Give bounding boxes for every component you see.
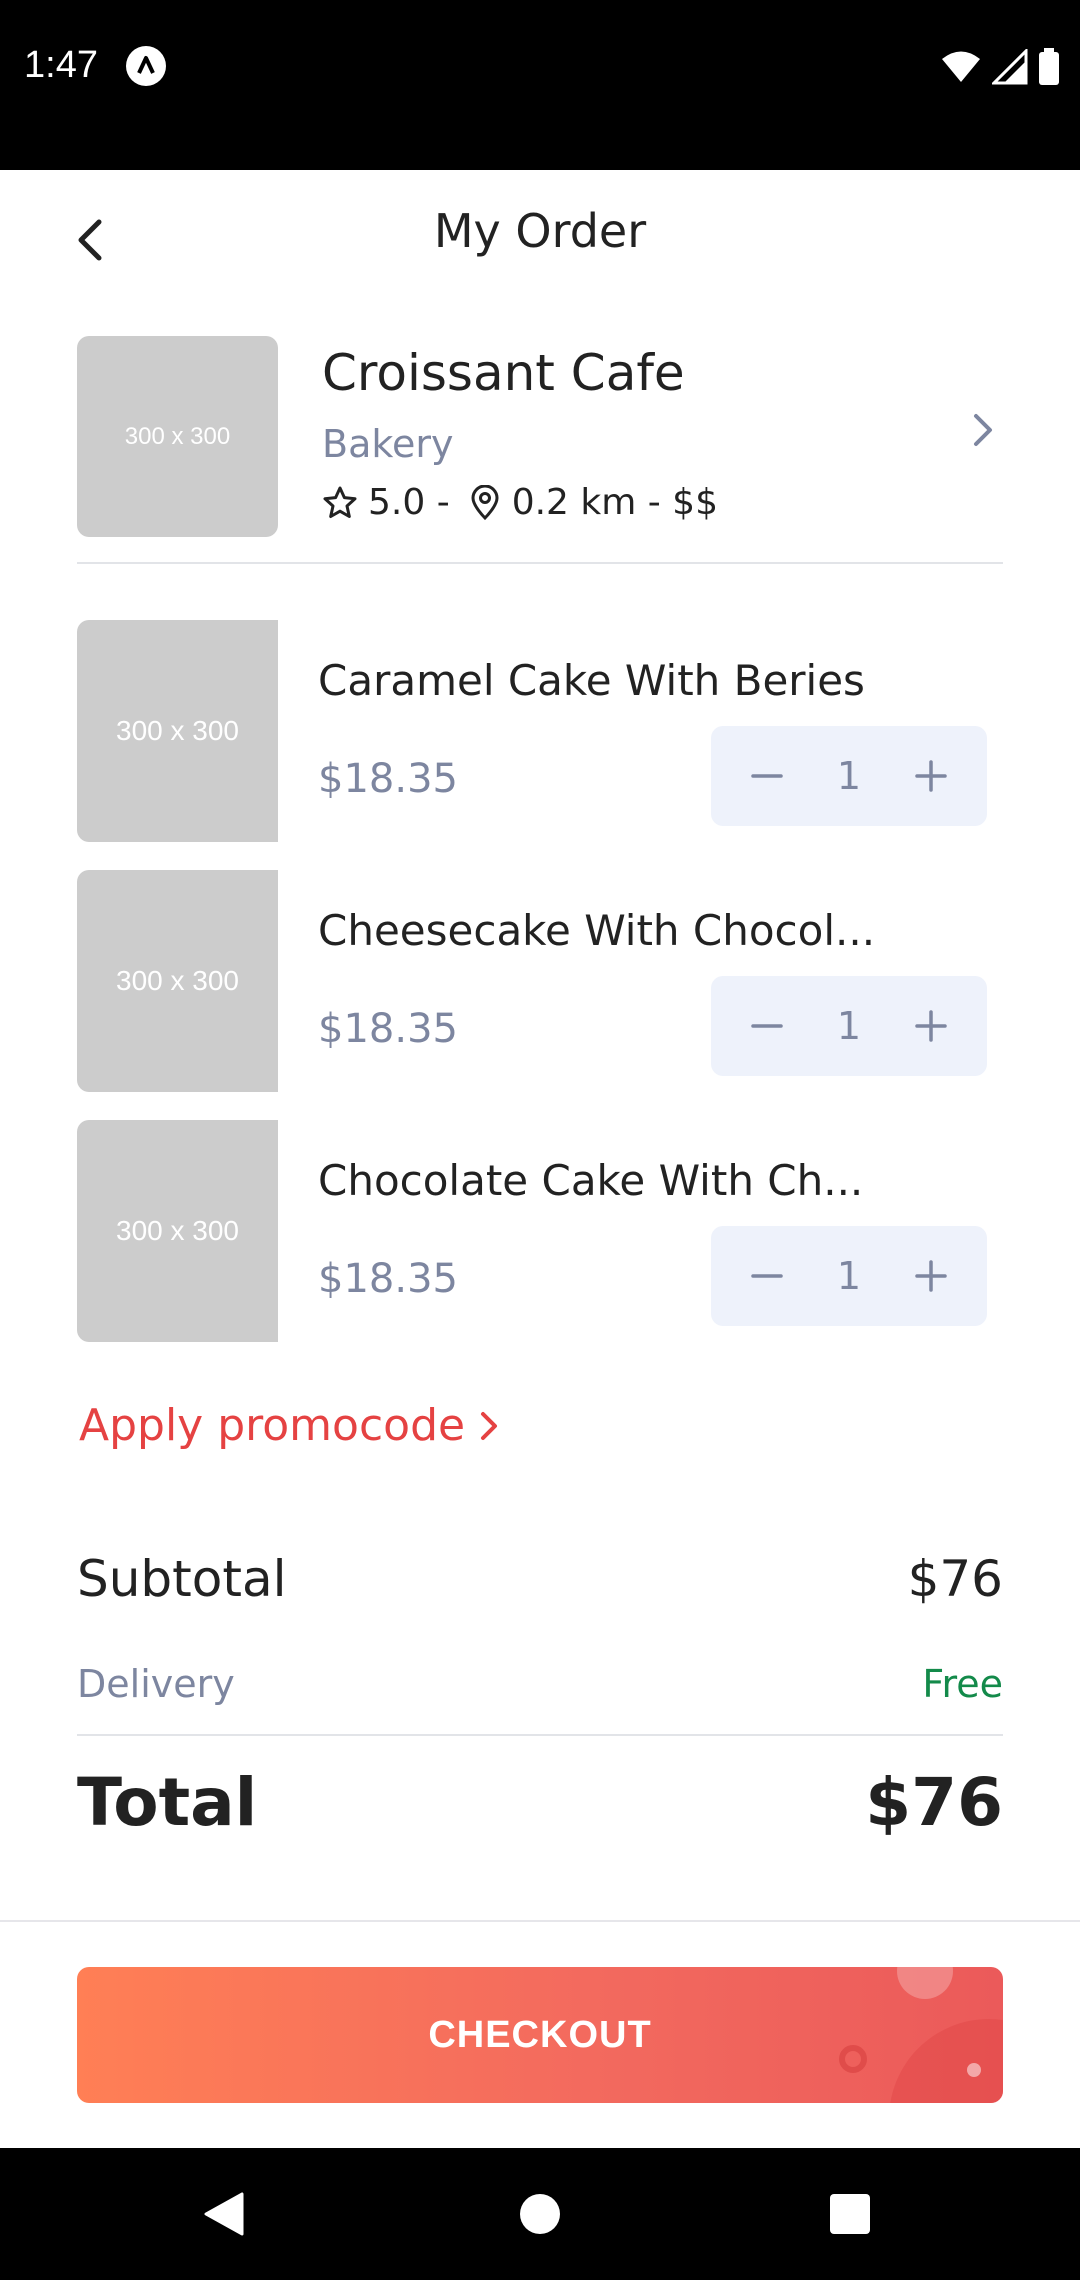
- item-price: $18.35: [318, 1006, 458, 1052]
- plus-icon: [915, 1010, 947, 1042]
- decorative-circle: [967, 2063, 981, 2077]
- quantity-stepper: 1: [711, 726, 987, 826]
- item-price: $18.35: [318, 1256, 458, 1302]
- restaurant-distance: 0.2 km - $$: [511, 482, 718, 523]
- apply-promocode-link[interactable]: Apply promocode: [79, 1400, 499, 1451]
- item-name: Cheesecake With Chocol...: [318, 906, 876, 955]
- thumbnail-placeholder-label: 300 x 300: [116, 1215, 239, 1246]
- divider: [77, 562, 1003, 564]
- chevron-right-icon: [963, 410, 1003, 450]
- checkout-label: CHECKOUT: [428, 2013, 652, 2056]
- order-item: 300 x 300 Chocolate Cake With Ch... $18.…: [77, 1120, 1003, 1342]
- total-label: Total: [77, 1764, 258, 1841]
- quantity-stepper: 1: [711, 1226, 987, 1326]
- increase-quantity-button[interactable]: [911, 1256, 951, 1296]
- total-row: Total $76: [77, 1764, 1003, 1841]
- item-name: Caramel Cake With Beries: [318, 656, 865, 705]
- subtotal-label: Subtotal: [77, 1550, 287, 1608]
- quantity-stepper: 1: [711, 976, 987, 1076]
- header: My Order: [0, 170, 1080, 300]
- checkout-button[interactable]: CHECKOUT: [77, 1967, 1003, 2103]
- plus-icon: [915, 1260, 947, 1292]
- nav-recents-button[interactable]: [818, 2182, 882, 2246]
- decorative-circle: [889, 2019, 1003, 2103]
- phone-frame: 1:47 My Order 300 x 300 Croissant Cafe B…: [0, 0, 1080, 2280]
- item-price: $18.35: [318, 756, 458, 802]
- promocode-label: Apply promocode: [79, 1400, 466, 1451]
- quantity-value: 1: [836, 1004, 862, 1048]
- subtotal-value: $76: [907, 1550, 1003, 1608]
- thumbnail-placeholder-label: 300 x 300: [116, 715, 239, 746]
- chevron-right-icon: [481, 1411, 498, 1440]
- nav-back-button[interactable]: [192, 2182, 256, 2246]
- wifi-icon: [942, 51, 980, 82]
- item-thumbnail: 300 x 300: [77, 1120, 278, 1342]
- minus-icon: [751, 774, 783, 778]
- minus-icon: [751, 1024, 783, 1028]
- increase-quantity-button[interactable]: [911, 756, 951, 796]
- item-thumbnail: 300 x 300: [77, 870, 278, 1092]
- delivery-value: Free: [922, 1662, 1003, 1706]
- status-icons: [940, 48, 1060, 86]
- signal-icon: [992, 49, 1028, 85]
- item-thumbnail: 300 x 300: [77, 620, 278, 842]
- square-recents-icon: [830, 2194, 870, 2234]
- plus-icon: [915, 760, 947, 792]
- order-screen: My Order 300 x 300 Croissant Cafe Bakery…: [0, 170, 1080, 2148]
- restaurant-name: Croissant Cafe: [322, 344, 685, 402]
- total-value: $76: [865, 1764, 1003, 1841]
- status-time: 1:47: [24, 44, 98, 86]
- battery-icon: [1039, 48, 1059, 85]
- divider: [77, 1734, 1003, 1736]
- circle-home-icon: [520, 2194, 560, 2234]
- thumbnail-placeholder-label: 300 x 300: [116, 965, 239, 996]
- nav-home-button[interactable]: [508, 2182, 572, 2246]
- location-pin-icon: [471, 484, 499, 520]
- decrease-quantity-button[interactable]: [747, 1006, 787, 1046]
- quantity-value: 1: [836, 754, 862, 798]
- delivery-label: Delivery: [77, 1662, 235, 1706]
- decrease-quantity-button[interactable]: [747, 1256, 787, 1296]
- order-item: 300 x 300 Caramel Cake With Beries $18.3…: [77, 620, 1003, 842]
- restaurant-category: Bakery: [322, 422, 454, 466]
- triangle-back-icon: [204, 2192, 244, 2236]
- star-icon: [323, 486, 357, 518]
- navigation-bar: [0, 2148, 1080, 2280]
- restaurant-meta: 5.0 - 0.2 km - $$: [322, 482, 718, 523]
- restaurant-card[interactable]: 300 x 300 Croissant Cafe Bakery 5.0 - 0.…: [77, 336, 1003, 556]
- thumbnail-placeholder-label: 300 x 300: [124, 422, 231, 450]
- decrease-quantity-button[interactable]: [747, 756, 787, 796]
- decorative-circle: [839, 2045, 867, 2073]
- order-item: 300 x 300 Cheesecake With Chocol... $18.…: [77, 870, 1003, 1092]
- minus-icon: [751, 1274, 783, 1278]
- restaurant-rating: 5.0 -: [368, 482, 450, 523]
- decorative-circle: [897, 1967, 953, 1999]
- increase-quantity-button[interactable]: [911, 1006, 951, 1046]
- quantity-value: 1: [836, 1254, 862, 1298]
- restaurant-thumbnail: 300 x 300: [77, 336, 278, 537]
- item-name: Chocolate Cake With Ch...: [318, 1156, 864, 1205]
- subtotal-row: Subtotal $76: [77, 1550, 1003, 1608]
- status-bar: 1:47: [0, 0, 1080, 170]
- divider: [0, 1920, 1080, 1922]
- delivery-row: Delivery Free: [77, 1662, 1003, 1706]
- app-notification-icon: [126, 46, 166, 86]
- page-title: My Order: [433, 204, 647, 258]
